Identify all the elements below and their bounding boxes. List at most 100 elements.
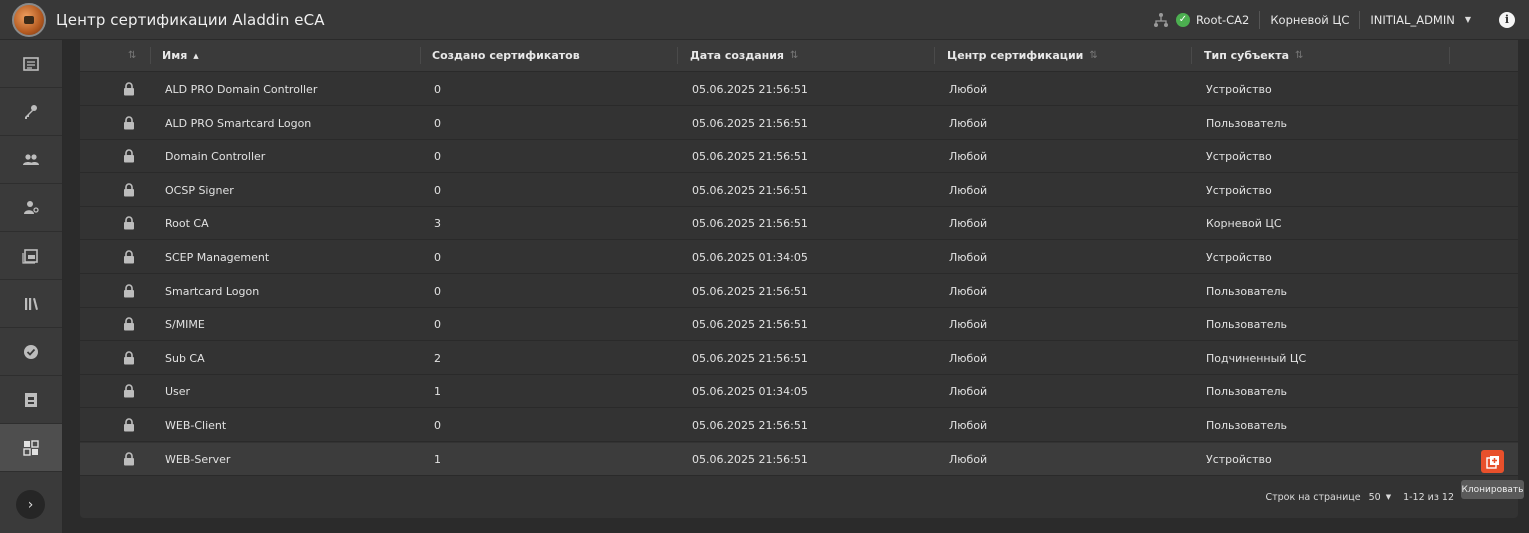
column-header-name[interactable]: Имя ▲ <box>162 40 199 71</box>
cell-count: 1 <box>434 452 441 466</box>
ca-status[interactable]: ✓ Root-CA2 <box>1143 0 1259 40</box>
sidebar-item-user-keys[interactable] <box>0 184 62 232</box>
chevron-down-icon: ▼ <box>1385 493 1392 501</box>
table-row[interactable]: S/MIME 0 05.06.2025 21:56:51 Любой Пользоват… <box>80 308 1518 342</box>
cell-subject: Устройство <box>1206 183 1272 197</box>
cell-ca: Любой <box>949 150 988 164</box>
clone-tooltip: Клонировать <box>1461 480 1524 499</box>
cell-date: 05.06.2025 21:56:51 <box>692 116 808 130</box>
username: INITIAL_ADMIN <box>1370 12 1455 27</box>
sidebar-item-approvals[interactable] <box>0 328 62 376</box>
table-row[interactable]: SCEP Management 0 05.06.2025 01:34:05 Любой… <box>80 241 1518 274</box>
top-right-area: ✓ Root-CA2 Корневой ЦС INITIAL_ADMIN ▼ i <box>1143 0 1515 40</box>
lock-icon <box>124 115 134 130</box>
cell-date: 05.06.2025 21:56:51 <box>692 150 808 164</box>
cell-ca: Любой <box>949 318 988 332</box>
sidebar-item-library[interactable] <box>0 280 62 328</box>
ok-check-icon: ✓ <box>1175 12 1190 27</box>
table-row[interactable]: Smartcard Logon 0 05.06.2025 21:56:51 Любой… <box>80 275 1518 308</box>
column-header-label: Дата создания <box>690 49 784 62</box>
chevron-right-icon: › <box>27 496 34 513</box>
table-row[interactable]: WEB-Client 0 05.06.2025 21:56:51 Любой Польз… <box>80 409 1518 442</box>
column-header-ca[interactable]: Центр сертификации ⇅ <box>947 40 1098 71</box>
lock-icon <box>124 418 134 432</box>
sidebar-item-templates[interactable] <box>0 424 62 472</box>
app-title: Центр сертификации Aladdin eCA <box>56 10 325 29</box>
cell-name: Smartcard Logon <box>165 284 260 298</box>
cell-date: 05.06.2025 21:56:51 <box>692 183 808 197</box>
sidebar-item-dashboard[interactable] <box>0 40 62 88</box>
sidebar-item-users[interactable] <box>0 136 62 184</box>
cell-subject: Пользователь <box>1206 284 1288 298</box>
info-icon[interactable]: i <box>1499 11 1515 28</box>
cell-count: 2 <box>434 351 441 365</box>
lock-icon <box>124 149 134 163</box>
dashboard-icon <box>23 56 39 71</box>
column-divider <box>150 47 151 64</box>
sort-icon: ⇅ <box>1089 50 1098 61</box>
sidebar-expand-button[interactable]: › <box>16 490 45 519</box>
cell-name: WEB-Server <box>165 452 231 466</box>
cell-date: 05.06.2025 01:34:05 <box>692 385 808 399</box>
table-row[interactable]: ALD PRO Domain Controller 0 05.06.2025 21:… <box>80 73 1518 106</box>
cell-date: 05.06.2025 21:56:51 <box>692 83 808 96</box>
cell-name: WEB-Client <box>165 419 227 432</box>
cell-ca: Любой <box>949 452 988 466</box>
cell-ca: Любой <box>949 419 988 432</box>
hierarchy-icon <box>1153 12 1168 27</box>
column-header-subject-type[interactable]: Тип субъекта ⇅ <box>1204 40 1303 71</box>
cell-count: 0 <box>434 284 441 298</box>
library-icon <box>25 297 38 310</box>
cell-subject: Устройство <box>1206 83 1272 96</box>
table-row[interactable]: ALD PRO Smartcard Logon 0 05.06.2025 21:56… <box>80 107 1518 140</box>
chevron-down-icon: ▼ <box>1464 15 1471 24</box>
rows-per-page-label: Строк на странице <box>1265 491 1361 503</box>
column-header-date[interactable]: Дата создания ⇅ <box>690 40 798 71</box>
lock-icon <box>124 451 134 466</box>
table-row[interactable]: OCSP Signer 0 05.06.2025 21:56:51 Любой Устр… <box>80 174 1518 207</box>
cell-subject: Подчиненный ЦС <box>1206 351 1307 365</box>
column-header-lock[interactable]: ⇅ <box>122 40 136 71</box>
cell-count: 0 <box>434 83 441 96</box>
app-logo <box>12 2 46 37</box>
cell-count: 0 <box>434 183 441 197</box>
cell-name: ALD PRO Domain Controller <box>165 83 318 96</box>
table-row[interactable]: Root CA 3 05.06.2025 21:56:51 Любой Корневой… <box>80 207 1518 241</box>
column-divider <box>420 47 421 64</box>
cell-date: 05.06.2025 21:56:51 <box>692 318 808 332</box>
cell-date: 05.06.2025 21:56:51 <box>692 217 808 231</box>
sidebar-item-keys[interactable] <box>0 88 62 136</box>
table-row[interactable]: Domain Controller 0 05.06.2025 21:56:51 Люб… <box>80 140 1518 174</box>
cell-subject: Устройство <box>1206 150 1272 164</box>
cell-name: S/MIME <box>165 318 205 332</box>
cell-name: User <box>165 385 191 399</box>
sort-icon: ⇅ <box>1295 50 1304 61</box>
table-footer: Строк на странице 50 ▼ 1-12 из 12 <box>80 485 1518 509</box>
templates-table-panel: ⇅ Имя ▲ Создано сертификатов Дата создан… <box>80 40 1518 518</box>
cell-count: 0 <box>434 419 441 432</box>
table-row[interactable]: Sub CA 2 05.06.2025 21:56:51 Любой Подчиненн… <box>80 342 1518 375</box>
cell-ca: Любой <box>949 251 988 264</box>
cell-date: 05.06.2025 21:56:51 <box>692 284 808 298</box>
cell-subject: Пользователь <box>1206 385 1288 399</box>
sidebar-item-archive[interactable] <box>0 376 62 424</box>
lock-icon <box>124 82 134 96</box>
cell-count: 3 <box>434 217 441 231</box>
role-text: Корневой ЦС <box>1270 12 1350 27</box>
cell-name: Domain Controller <box>165 150 266 164</box>
user-menu[interactable]: INITIAL_ADMIN ▼ <box>1360 0 1481 40</box>
top-bar: Центр сертификации Aladdin eCA ✓ Root-CA… <box>0 0 1529 40</box>
cell-ca: Любой <box>949 183 988 197</box>
sidebar-item-certificates[interactable] <box>0 232 62 280</box>
rows-per-page-select[interactable]: 50 <box>1369 492 1381 503</box>
column-divider <box>934 47 935 64</box>
column-header-label: Имя <box>162 49 188 62</box>
cell-count: 0 <box>434 150 441 164</box>
cell-ca: Любой <box>949 83 988 96</box>
table-row[interactable]: User 1 05.06.2025 01:34:05 Любой Пользовател… <box>80 375 1518 409</box>
column-header-count[interactable]: Создано сертификатов <box>432 40 580 71</box>
cell-subject: Пользователь <box>1206 116 1288 130</box>
cell-name: Sub CA <box>165 351 205 365</box>
table-row[interactable]: WEB-Server 1 05.06.2025 21:56:51 Любой Устро… <box>80 442 1518 476</box>
clone-button[interactable] <box>1481 450 1504 473</box>
